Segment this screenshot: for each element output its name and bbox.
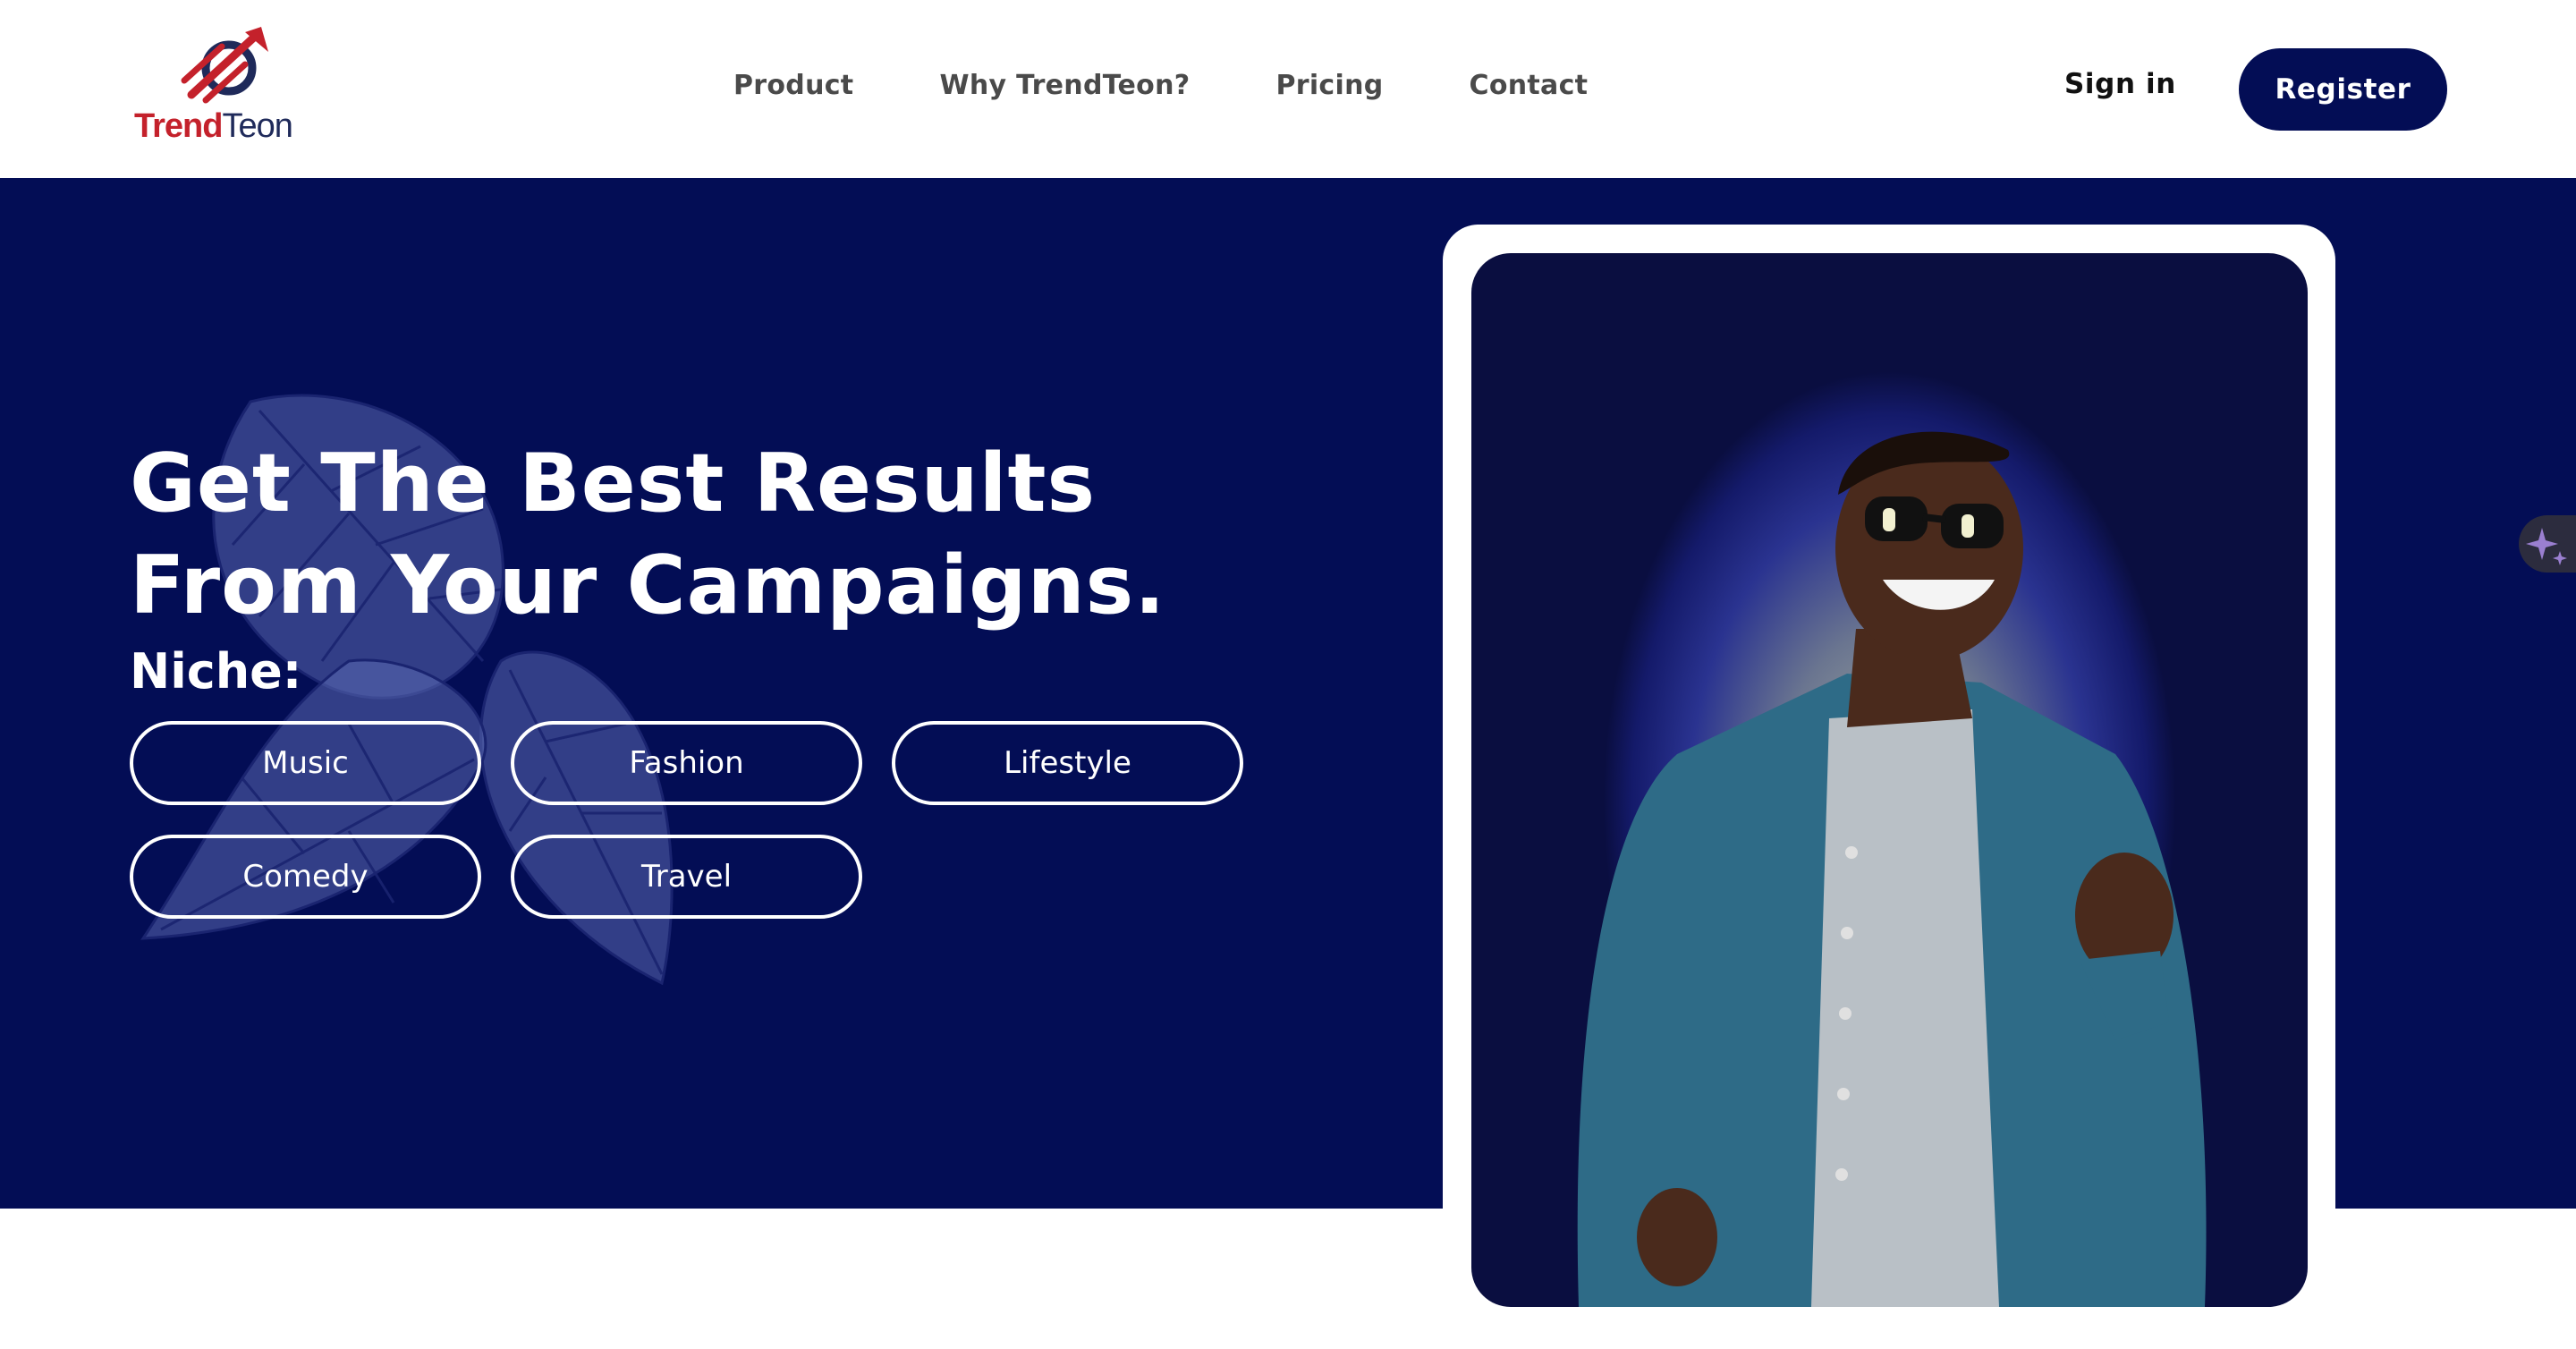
- brand-name-part2: Teon: [222, 107, 292, 145]
- site-header: TrendTeon Product Why TrendTeon? Pricing…: [0, 0, 2576, 178]
- headline-line-2: From Your Campaigns.: [130, 539, 1166, 632]
- niche-pill-lifestyle[interactable]: Lifestyle: [892, 721, 1243, 805]
- nav-contact[interactable]: Contact: [1470, 70, 1589, 101]
- hero-photo-person: [1471, 253, 2308, 1307]
- trend-arrow-logo-icon: [181, 27, 268, 104]
- main-nav: Product Why TrendTeon? Pricing Contact: [733, 70, 1588, 101]
- nav-product[interactable]: Product: [733, 70, 853, 101]
- niche-pill-fashion[interactable]: Fashion: [511, 721, 862, 805]
- nav-why-trendteon[interactable]: Why TrendTeon?: [939, 70, 1190, 101]
- assistant-widget[interactable]: [2519, 515, 2576, 573]
- brand-wordmark: TrendTeon: [134, 107, 293, 146]
- niche-pill-comedy[interactable]: Comedy: [130, 835, 481, 919]
- nav-pricing[interactable]: Pricing: [1275, 70, 1383, 101]
- brand-name-part1: Trend: [134, 107, 223, 145]
- hero-headline: Get The Best Results From Your Campaigns…: [130, 433, 1165, 637]
- brand-logo[interactable]: TrendTeon: [134, 25, 313, 150]
- sign-in-link[interactable]: Sign in: [2064, 68, 2176, 100]
- niche-pill-music[interactable]: Music: [130, 721, 481, 805]
- headline-line-1: Get The Best Results: [130, 437, 1097, 530]
- register-button[interactable]: Register: [2239, 48, 2447, 131]
- sparkle-icon: [2526, 528, 2567, 565]
- niche-pill-travel[interactable]: Travel: [511, 835, 862, 919]
- person-illustration-icon: [1577, 431, 2207, 1307]
- niche-label: Niche:: [130, 643, 302, 700]
